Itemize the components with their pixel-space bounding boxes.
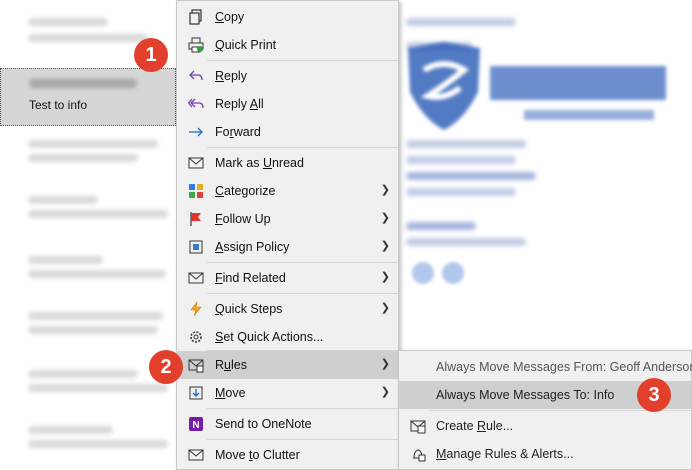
gear-icon: [187, 329, 205, 345]
submenu-item-label: Create Rule...: [436, 419, 514, 433]
copy-icon: [187, 9, 205, 25]
menu-item-reply[interactable]: Reply: [177, 62, 398, 90]
list-item[interactable]: [0, 420, 176, 470]
menu-separator: [207, 439, 398, 440]
submenu-item-always-move-from[interactable]: Always Move Messages From: Geoff Anderso…: [399, 353, 692, 381]
menu-separator: [207, 60, 398, 61]
reply-icon: [187, 68, 205, 84]
chevron-right-icon: ❯: [380, 271, 390, 283]
menu-item-label: Copy: [215, 10, 245, 24]
rules-icon: [187, 357, 205, 373]
find-related-icon: [187, 270, 205, 286]
policy-icon: [187, 239, 205, 255]
menu-item-rules[interactable]: Rules ❯: [177, 351, 398, 379]
submenu-item-label: Always Move Messages To: Info: [436, 388, 615, 402]
flag-icon: [187, 211, 205, 227]
menu-item-reply-all[interactable]: Reply All: [177, 90, 398, 118]
chevron-right-icon: ❯: [380, 302, 390, 314]
company-logo: [408, 42, 666, 130]
menu-item-label: Assign Policy: [215, 240, 290, 254]
list-item[interactable]: [0, 306, 176, 364]
menu-item-label: Reply: [215, 69, 247, 83]
svg-text:N: N: [192, 420, 199, 431]
menu-separator: [207, 262, 398, 263]
submenu-item-manage-rules[interactable]: Manage Rules & Alerts...: [399, 440, 691, 468]
list-item[interactable]: [0, 190, 176, 248]
forward-icon: [187, 124, 205, 140]
menu-item-label: Reply All: [215, 97, 264, 111]
print-icon: [187, 37, 205, 53]
menu-item-quick-steps[interactable]: Quick Steps ❯: [177, 295, 398, 323]
callout-badge: 3: [637, 378, 671, 412]
menu-item-label: Quick Print: [215, 38, 277, 52]
menu-item-label: Quick Steps: [215, 302, 283, 316]
callout-badge: 2: [149, 350, 183, 384]
submenu-item-create-rule[interactable]: Create Rule...: [399, 412, 691, 440]
chevron-right-icon: ❯: [380, 184, 390, 196]
menu-item-label: Follow Up: [215, 212, 271, 226]
menu-item-label: Categorize: [215, 184, 276, 198]
menu-item-label: Send to OneNote: [215, 417, 312, 431]
chevron-right-icon: ❯: [380, 386, 390, 398]
envelope-icon: [187, 155, 205, 171]
create-rule-icon: [409, 418, 427, 434]
menu-item-copy[interactable]: Copy: [177, 3, 398, 31]
menu-item-label: Move to Clutter: [215, 448, 300, 462]
onenote-icon: N: [187, 416, 205, 432]
move-icon: [187, 385, 205, 401]
menu-item-label: Find Related: [215, 271, 286, 285]
submenu-item-label: Manage Rules & Alerts...: [436, 447, 574, 461]
menu-item-move-to-clutter[interactable]: Move to Clutter: [177, 441, 398, 469]
menu-separator: [207, 147, 398, 148]
menu-item-label: Set Quick Actions...: [215, 330, 324, 344]
callout-badge: 1: [134, 38, 168, 72]
categorize-icon: [187, 183, 205, 199]
menu-item-set-quick-actions[interactable]: Set Quick Actions...: [177, 323, 398, 351]
menu-item-categorize[interactable]: Categorize ❯: [177, 177, 398, 205]
menu-item-assign-policy[interactable]: Assign Policy ❯: [177, 233, 398, 261]
list-item[interactable]: [0, 134, 176, 192]
menu-item-label: Rules: [215, 358, 247, 372]
menu-item-send-to-onenote[interactable]: N Send to OneNote: [177, 410, 398, 438]
submenu-item-label: Always Move Messages From: Geoff Anderso…: [436, 360, 692, 374]
chevron-right-icon: ❯: [380, 358, 390, 370]
selected-message-subject: Test to info: [29, 98, 88, 112]
menu-separator: [207, 293, 398, 294]
reply-all-icon: [187, 96, 205, 112]
menu-item-find-related[interactable]: Find Related ❯: [177, 264, 398, 292]
menu-item-follow-up[interactable]: Follow Up ❯: [177, 205, 398, 233]
list-item-selected[interactable]: [0, 68, 176, 126]
chevron-right-icon: ❯: [380, 212, 390, 224]
menu-item-mark-unread[interactable]: Mark as Unread: [177, 149, 398, 177]
manage-rules-icon: [409, 446, 427, 462]
menu-item-label: Mark as Unread: [215, 156, 304, 170]
menu-item-label: Forward: [215, 125, 261, 139]
menu-item-label: Move: [215, 386, 246, 400]
context-menu: Copy Quick Print Reply Reply All Forward…: [176, 0, 399, 470]
menu-item-quick-print[interactable]: Quick Print: [177, 31, 398, 59]
menu-item-move[interactable]: Move ❯: [177, 379, 398, 407]
list-item[interactable]: [0, 250, 176, 308]
menu-item-forward[interactable]: Forward: [177, 118, 398, 146]
menu-separator: [207, 408, 398, 409]
clutter-icon: [187, 447, 205, 463]
chevron-right-icon: ❯: [380, 240, 390, 252]
lightning-icon: [187, 301, 205, 317]
